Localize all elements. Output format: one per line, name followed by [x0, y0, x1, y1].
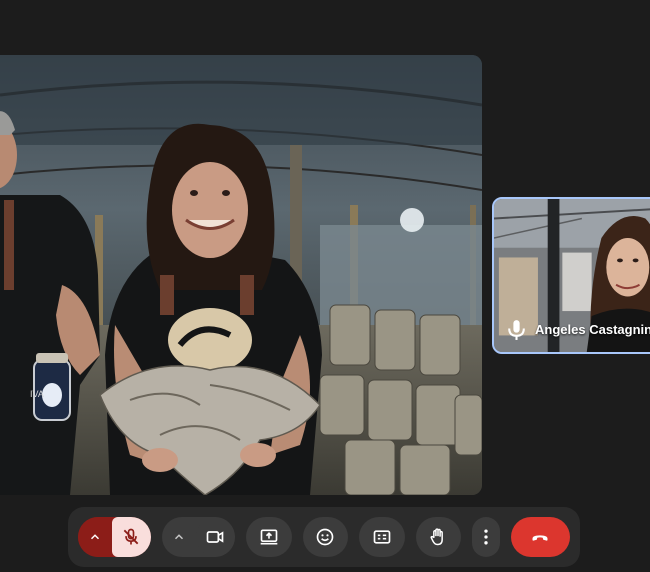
captions-icon	[373, 530, 391, 544]
self-name-label: Angeles Castagnino	[504, 317, 650, 342]
jar-label: IVA	[30, 389, 44, 399]
hand-icon	[430, 528, 444, 546]
camera-control-group	[162, 517, 236, 557]
more-options-button[interactable]	[472, 517, 500, 557]
self-video-tile[interactable]: Angeles Castagnino	[492, 197, 650, 354]
chevron-up-icon	[174, 534, 183, 540]
raise-hand-button[interactable]	[415, 517, 462, 557]
emoji-icon	[317, 528, 334, 546]
call-end-icon	[532, 535, 548, 541]
mic-options-button[interactable]	[78, 517, 112, 557]
speaking-indicator-icon	[508, 320, 525, 340]
main-video-frame: IVA	[0, 55, 482, 495]
main-video-tile[interactable]: IVA	[0, 55, 482, 495]
more-vertical-icon	[484, 529, 488, 545]
camera-options-button[interactable]	[162, 517, 196, 557]
meeting-stage: IVA Angeles Castagnino	[0, 0, 650, 572]
camera-toggle-button[interactable]	[195, 517, 236, 557]
call-controls	[68, 507, 580, 567]
present-screen-icon	[260, 529, 278, 545]
self-name-text: Angeles Castagnino	[535, 321, 650, 337]
mic-toggle-button[interactable]	[111, 517, 152, 557]
end-call-button[interactable]	[510, 517, 571, 557]
reactions-button[interactable]	[302, 517, 349, 557]
captions-button[interactable]	[359, 517, 405, 557]
present-button[interactable]	[246, 517, 292, 557]
videocam-icon	[207, 531, 224, 543]
mic-control-group	[78, 517, 152, 557]
chevron-up-icon	[90, 534, 99, 540]
mic-off-icon	[124, 528, 139, 545]
